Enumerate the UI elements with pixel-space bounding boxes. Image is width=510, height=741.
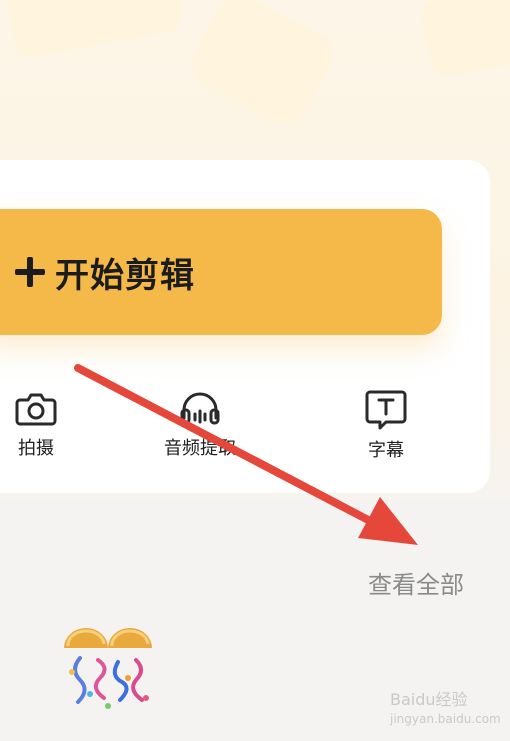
headphones-icon xyxy=(178,388,222,428)
camera-icon xyxy=(14,388,58,428)
tool-label: 音频提取 xyxy=(164,438,236,459)
subtitle-icon xyxy=(364,388,408,430)
start-editing-label: 开始剪辑 xyxy=(55,255,195,296)
gift-icon xyxy=(64,628,152,709)
tool-audio-extract[interactable]: 音频提取 xyxy=(150,388,250,460)
view-all-link[interactable]: 查看全部 xyxy=(368,565,464,600)
start-editing-button[interactable]: 开始剪辑 xyxy=(0,209,442,335)
decorative-play-shape xyxy=(183,0,342,134)
decorative-shape xyxy=(417,0,510,81)
plus-icon xyxy=(13,255,47,289)
watermark-text: Baidu经验 xyxy=(390,690,468,709)
decorative-shape xyxy=(4,0,186,60)
tool-label: 拍摄 xyxy=(18,438,54,459)
tool-subtitle[interactable]: 字幕 xyxy=(346,388,426,462)
tool-label: 字幕 xyxy=(368,440,404,461)
tool-shoot[interactable]: 拍摄 xyxy=(0,388,96,460)
watermark-subtext: jingyan.baidu.com xyxy=(390,712,501,726)
watermark: Baidu经验 jingyan.baidu.com xyxy=(390,686,501,726)
